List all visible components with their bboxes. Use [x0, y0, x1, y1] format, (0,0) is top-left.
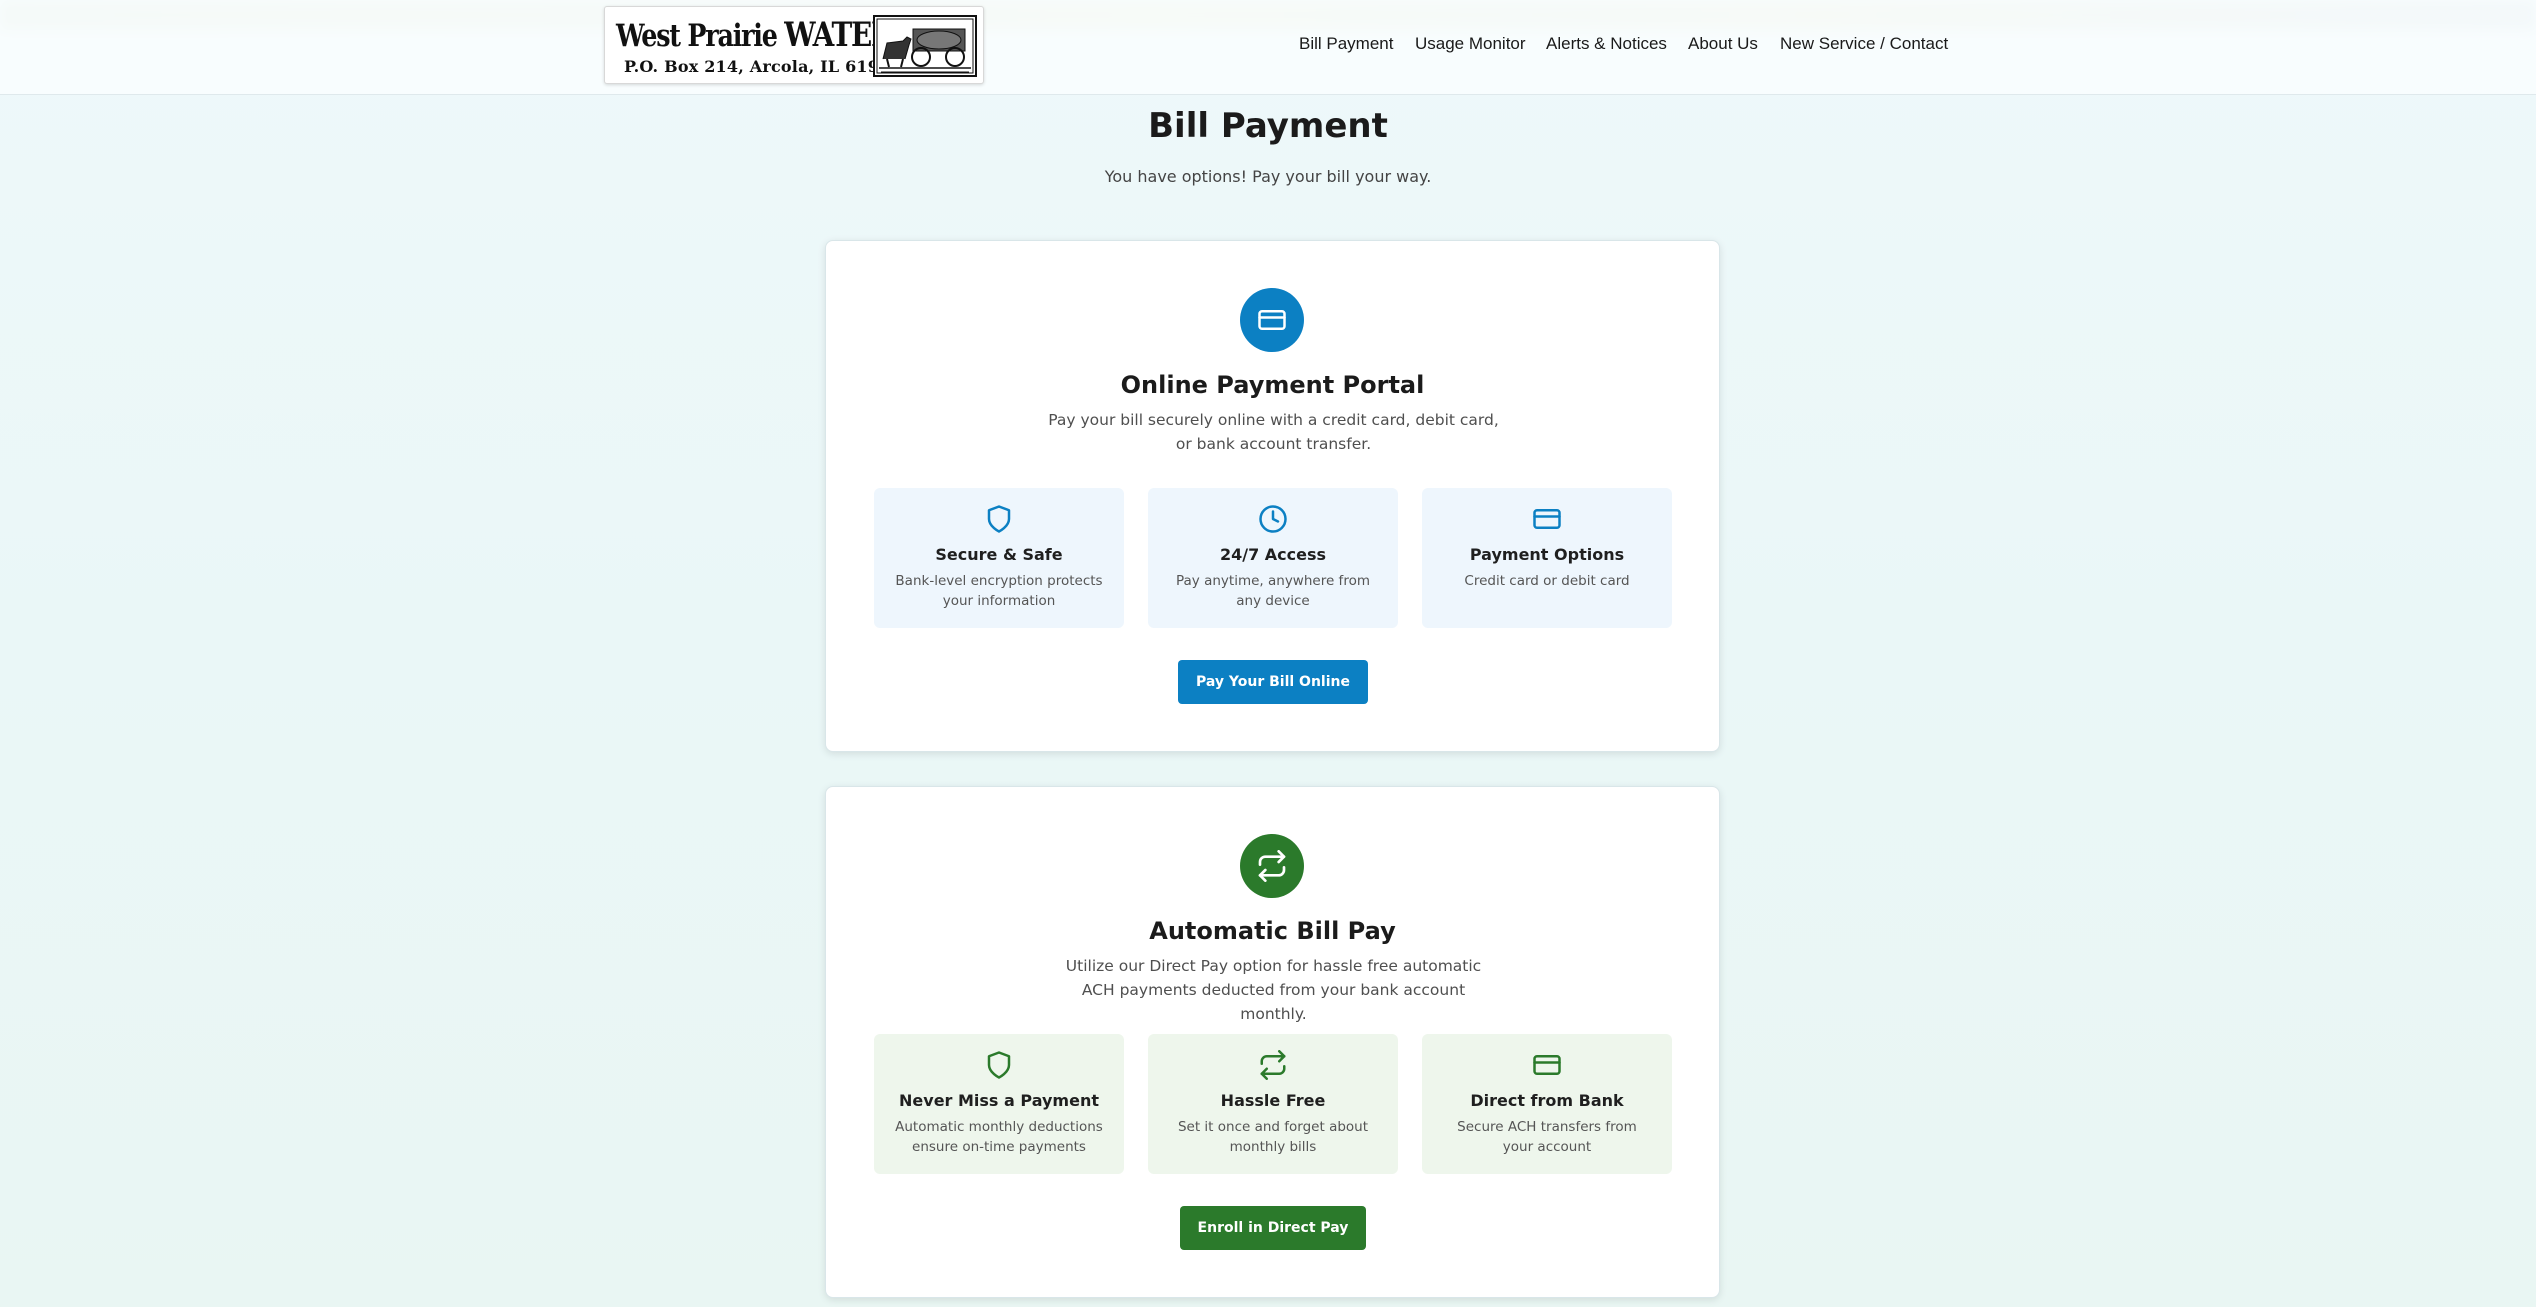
nav-bill-payment[interactable]: Bill Payment: [1299, 34, 1393, 54]
feature-text: Pay anytime, anywhere from any device: [1176, 573, 1370, 609]
automatic-bill-pay-card: Automatic Bill Pay Utilize our Direct Pa…: [825, 786, 1720, 1298]
site-header: West Prairie WATER Co P.O. Box 214, Arco…: [0, 0, 2536, 95]
feature-text: Bank-level encryption protects your info…: [895, 573, 1103, 609]
shield-icon: [987, 505, 1011, 533]
shield-icon: [987, 1051, 1011, 1079]
automatic-bill-pay-description: Utilize our Direct Pay option for hassle…: [1065, 957, 1482, 1023]
nav-usage-monitor[interactable]: Usage Monitor: [1415, 34, 1526, 54]
enroll-direct-pay-button[interactable]: Enroll in Direct Pay: [1180, 1206, 1366, 1250]
feature-text: Automatic monthly deductions ensure on-t…: [895, 1119, 1103, 1155]
feature-text: Credit card or debit card: [1464, 573, 1630, 589]
credit-card-icon: [1533, 509, 1561, 529]
nav-alerts-notices[interactable]: Alerts & Notices: [1546, 34, 1667, 54]
feature-24-7-access: 24/7 Access Pay anytime, anywhere from a…: [1148, 488, 1398, 628]
page-subtitle: You have options! Pay your bill your way…: [1104, 167, 1432, 186]
feature-title: Secure & Safe: [935, 545, 1063, 564]
feature-secure-safe: Secure & Safe Bank-level encryption prot…: [874, 488, 1124, 628]
feature-title: Direct from Bank: [1470, 1091, 1624, 1110]
feature-title: 24/7 Access: [1219, 545, 1327, 564]
pay-bill-online-button[interactable]: Pay Your Bill Online: [1178, 660, 1368, 704]
repeat-arrows-icon: [1240, 834, 1304, 898]
online-payment-card: Online Payment Portal Pay your bill secu…: [825, 240, 1720, 752]
feature-never-miss-payment: Never Miss a Payment Automatic monthly d…: [874, 1034, 1124, 1174]
feature-hassle-free: Hassle Free Set it once and forget about…: [1148, 1034, 1398, 1174]
feature-payment-options: Payment Options Credit card or debit car…: [1422, 488, 1672, 628]
online-payment-title: Online Payment Portal: [1120, 371, 1425, 399]
page-title: Bill Payment: [1148, 106, 1388, 146]
feature-title: Payment Options: [1469, 545, 1625, 564]
nav-about-us[interactable]: About Us: [1688, 34, 1758, 54]
credit-card-icon: [1533, 1055, 1561, 1075]
feature-title: Never Miss a Payment: [899, 1091, 1099, 1110]
clock-icon: [1259, 505, 1287, 533]
automatic-bill-pay-title: Automatic Bill Pay: [1149, 917, 1396, 945]
credit-card-icon: [1240, 288, 1304, 352]
nav-new-service-contact[interactable]: New Service / Contact: [1780, 34, 1948, 54]
feature-text: Secure ACH transfers from your account: [1457, 1119, 1637, 1155]
feature-direct-from-bank: Direct from Bank Secure ACH transfers fr…: [1422, 1034, 1672, 1174]
main-nav: Bill Payment Usage Monitor Alerts & Noti…: [0, 34, 2536, 58]
feature-text: Set it once and forget about monthly bil…: [1177, 1119, 1369, 1155]
online-payment-description: Pay your bill securely online with a cre…: [1048, 411, 1499, 453]
repeat-arrows-icon: [1260, 1050, 1286, 1080]
logo-address: P.O. Box 214, Arcola, IL 61910: [624, 57, 902, 76]
feature-title: Hassle Free: [1220, 1091, 1326, 1110]
